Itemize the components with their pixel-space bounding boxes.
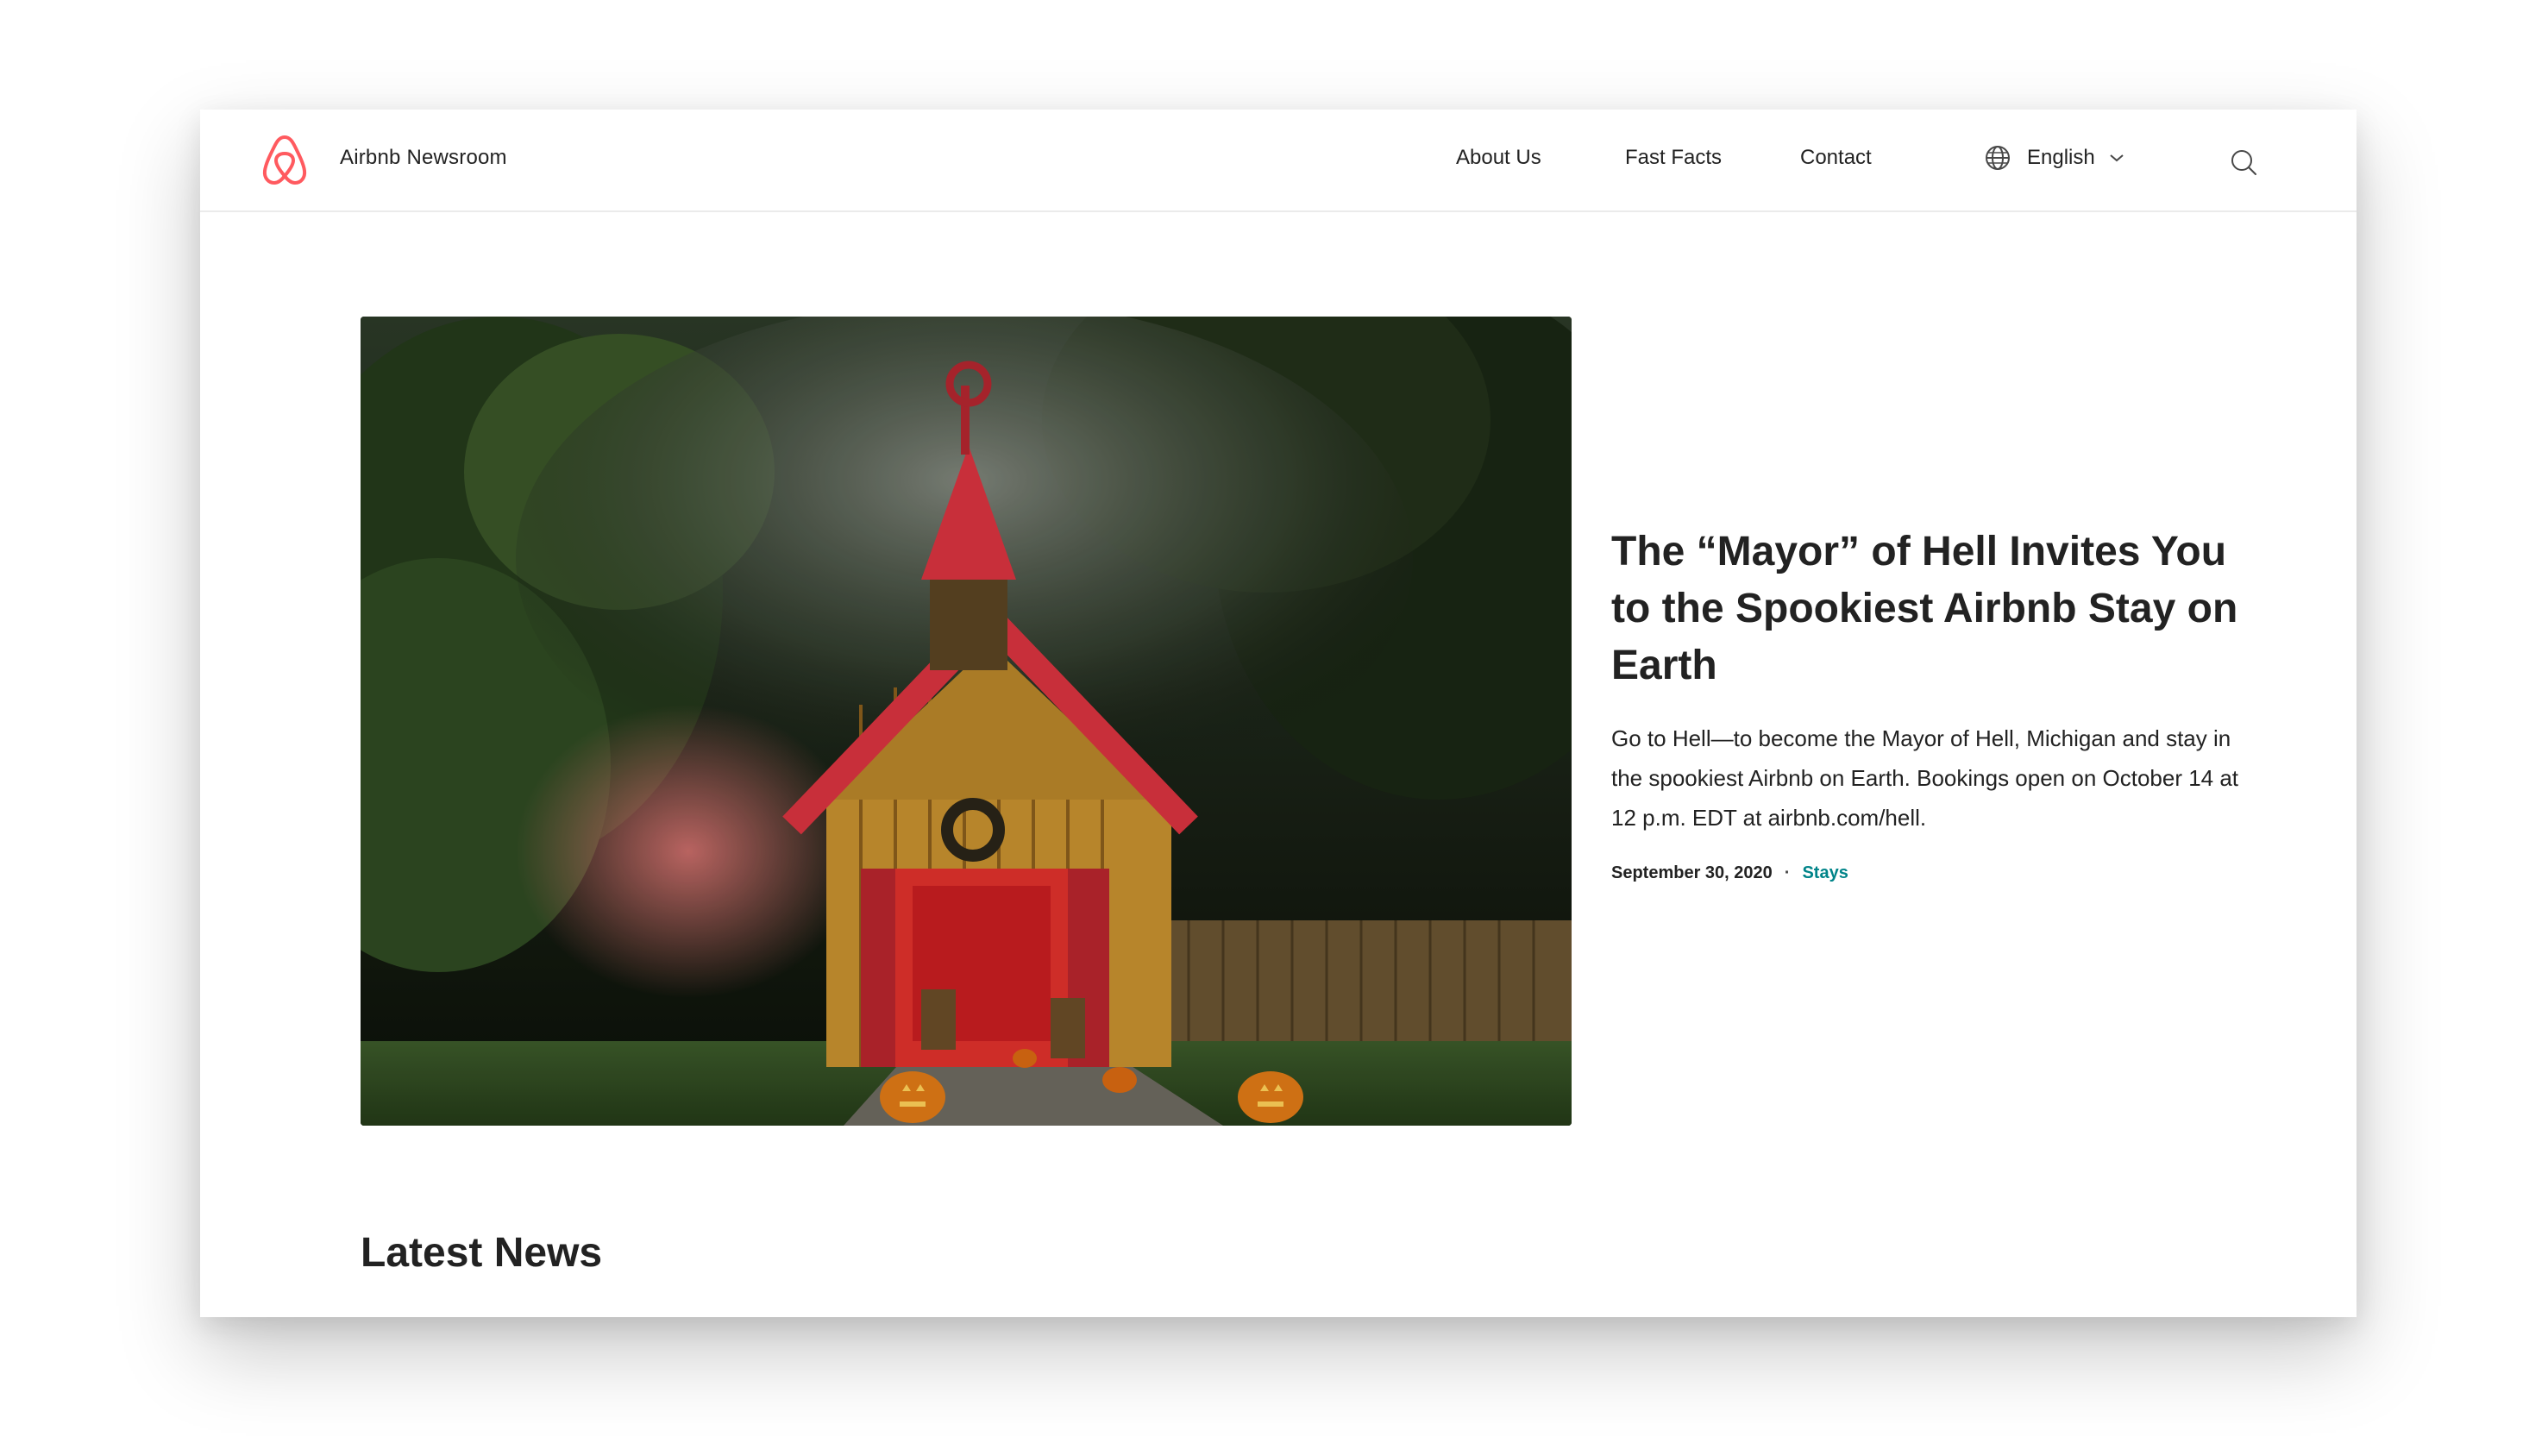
brand-name[interactable]: Airbnb Newsroom <box>340 146 507 170</box>
article-meta: September 30, 2020 · Stays <box>1611 863 2250 883</box>
nav-contact[interactable]: Contact <box>1800 146 1872 170</box>
spooky-chapel-illustration <box>361 317 1572 1126</box>
hero-title[interactable]: The “Mayor” of Hell Invites You to the S… <box>1611 524 2250 694</box>
language-label: English <box>2027 146 2095 169</box>
chevron-down-icon <box>2110 154 2124 162</box>
article-date: September 30, 2020 <box>1611 863 1773 882</box>
site-header: Airbnb Newsroom About Us Fast Facts Cont… <box>200 110 2357 212</box>
language-selector[interactable]: English <box>1984 142 2124 173</box>
browser-window: Airbnb Newsroom About Us Fast Facts Cont… <box>200 110 2357 1317</box>
nav-fast-facts[interactable]: Fast Facts <box>1625 146 1722 170</box>
airbnb-logo-icon[interactable] <box>260 134 309 185</box>
hero-description: Go to Hell—to become the Mayor of Hell, … <box>1611 725 2239 831</box>
search-icon[interactable] <box>2229 147 2258 177</box>
meta-separator: · <box>1784 863 1791 882</box>
hero-article: The “Mayor” of Hell Invites You to the S… <box>1611 524 2250 883</box>
latest-news-heading: Latest News <box>361 1230 603 1276</box>
page-background: Airbnb Newsroom About Us Fast Facts Cont… <box>0 0 2548 1456</box>
globe-icon <box>1986 146 2010 170</box>
hero-image[interactable] <box>361 317 1572 1126</box>
nav-about-us[interactable]: About Us <box>1456 146 1541 170</box>
category-link[interactable]: Stays <box>1802 863 1848 883</box>
